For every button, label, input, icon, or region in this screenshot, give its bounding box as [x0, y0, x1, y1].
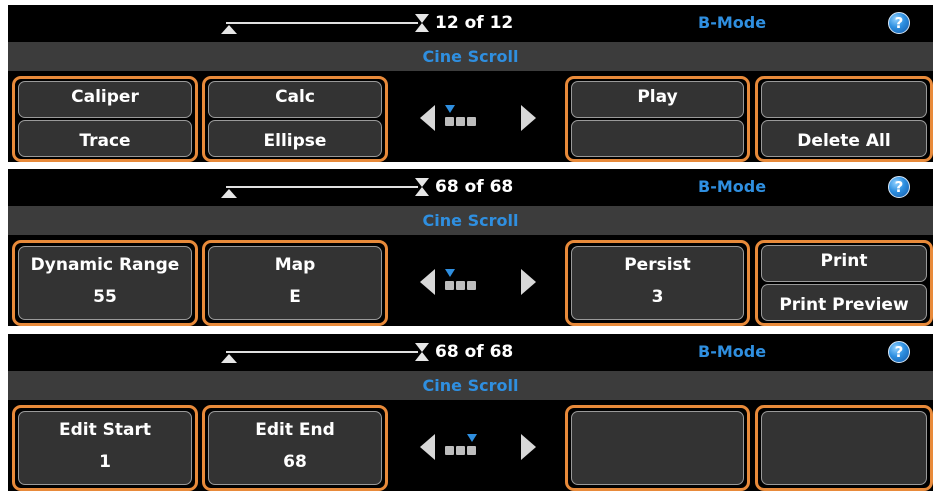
map-button[interactable]: Map E — [208, 246, 382, 320]
empty-button[interactable] — [571, 411, 744, 485]
page-dot — [456, 281, 465, 290]
cine-scroll-bar[interactable]: Cine Scroll — [8, 206, 933, 235]
calc-button[interactable]: Calc — [208, 81, 382, 118]
edit-start-label: Edit Start — [58, 420, 151, 440]
empty-button[interactable] — [761, 81, 927, 118]
frame-counter: 68 of 68 — [435, 177, 514, 197]
page-dot — [445, 281, 454, 290]
caliper-button[interactable]: Caliper — [18, 81, 192, 118]
control-group-4: Delete All — [755, 76, 933, 162]
frame-counter: 68 of 68 — [435, 342, 514, 362]
current-page-marker-icon — [467, 434, 477, 442]
control-group-2: Calc Ellipse — [202, 76, 388, 162]
page-indicator — [445, 434, 485, 458]
empty-button[interactable] — [571, 120, 744, 157]
next-page-arrow-icon[interactable] — [521, 434, 536, 460]
page-indicator — [445, 269, 485, 293]
play-button[interactable]: Play — [571, 81, 744, 118]
empty-button[interactable] — [761, 411, 927, 485]
edit-end-value: 68 — [283, 452, 307, 472]
control-group-1: Caliper Trace — [12, 76, 198, 162]
control-group-1: Dynamic Range 55 — [12, 240, 198, 326]
control-group-4 — [755, 405, 933, 491]
trace-button[interactable]: Trace — [18, 120, 192, 157]
control-group-3: Play — [565, 76, 750, 162]
cine-slider-track[interactable] — [226, 351, 418, 353]
ultrasound-control-panel: 68 of 68 B-Mode ? Cine Scroll Dynamic Ra… — [8, 169, 933, 326]
cine-scroll-label: Cine Scroll — [422, 211, 519, 230]
help-icon[interactable]: ? — [888, 176, 910, 198]
page-dot — [445, 117, 454, 126]
help-icon[interactable]: ? — [888, 341, 910, 363]
map-value: E — [289, 287, 301, 307]
dynamic-range-button[interactable]: Dynamic Range 55 — [18, 246, 192, 320]
cine-end-marker-icon[interactable] — [415, 343, 429, 361]
print-button[interactable]: Print — [761, 245, 927, 282]
control-group-1: Edit Start 1 — [12, 405, 198, 491]
dynamic-range-value: 55 — [93, 287, 117, 307]
current-page-marker-icon — [445, 105, 455, 113]
cine-slider-track[interactable] — [226, 186, 418, 188]
cine-start-marker-icon[interactable] — [221, 354, 237, 363]
ultrasound-control-panel: 68 of 68 B-Mode ? Cine Scroll Edit Start… — [8, 334, 933, 491]
next-page-arrow-icon[interactable] — [521, 105, 536, 131]
cine-scroll-bar[interactable]: Cine Scroll — [8, 42, 933, 71]
page-dot — [456, 117, 465, 126]
page-dot — [467, 446, 476, 455]
persist-button[interactable]: Persist 3 — [571, 246, 744, 320]
delete-all-button[interactable]: Delete All — [761, 120, 927, 157]
edit-start-button[interactable]: Edit Start 1 — [18, 411, 192, 485]
cine-scroll-bar[interactable]: Cine Scroll — [8, 371, 933, 400]
dynamic-range-label: Dynamic Range — [30, 255, 180, 275]
edit-end-button[interactable]: Edit End 68 — [208, 411, 382, 485]
help-icon[interactable]: ? — [888, 12, 910, 34]
cine-status-bar: 68 of 68 B-Mode ? — [8, 169, 933, 205]
cine-status-bar: 12 of 12 B-Mode ? — [8, 5, 933, 41]
control-group-2: Edit End 68 — [202, 405, 388, 491]
edit-end-label: Edit End — [255, 420, 335, 440]
page-dot — [456, 446, 465, 455]
previous-page-arrow-icon[interactable] — [420, 269, 435, 295]
mode-label: B-Mode — [698, 342, 767, 361]
control-group-3: Persist 3 — [565, 240, 750, 326]
page-navigator — [413, 426, 543, 476]
page-dot — [445, 446, 454, 455]
print-preview-button[interactable]: Print Preview — [761, 284, 927, 321]
frame-counter: 12 of 12 — [435, 13, 514, 33]
previous-page-arrow-icon[interactable] — [420, 105, 435, 131]
current-page-marker-icon — [445, 269, 455, 277]
page-navigator — [413, 97, 543, 147]
cine-scroll-label: Cine Scroll — [422, 47, 519, 66]
mode-label: B-Mode — [698, 177, 767, 196]
cine-end-marker-icon[interactable] — [415, 178, 429, 196]
ultrasound-control-panel: 12 of 12 B-Mode ? Cine Scroll Caliper Tr… — [8, 5, 933, 162]
page-dot — [467, 281, 476, 290]
edit-start-value: 1 — [99, 452, 111, 472]
previous-page-arrow-icon[interactable] — [420, 434, 435, 460]
mode-label: B-Mode — [698, 13, 767, 32]
page-indicator — [445, 105, 485, 129]
map-label: Map — [274, 255, 316, 275]
cine-status-bar: 68 of 68 B-Mode ? — [8, 334, 933, 370]
control-group-4: Print Print Preview — [755, 240, 933, 326]
persist-label: Persist — [624, 255, 691, 275]
persist-value: 3 — [651, 287, 664, 307]
control-group-3 — [565, 405, 750, 491]
cine-scroll-label: Cine Scroll — [422, 376, 519, 395]
cine-start-marker-icon[interactable] — [221, 189, 237, 198]
cine-slider-track[interactable] — [226, 22, 418, 24]
page-navigator — [413, 261, 543, 311]
cine-end-marker-icon[interactable] — [415, 14, 429, 32]
control-group-2: Map E — [202, 240, 388, 326]
ellipse-button[interactable]: Ellipse — [208, 120, 382, 157]
page-dot — [467, 117, 476, 126]
cine-start-marker-icon[interactable] — [221, 25, 237, 34]
next-page-arrow-icon[interactable] — [521, 269, 536, 295]
